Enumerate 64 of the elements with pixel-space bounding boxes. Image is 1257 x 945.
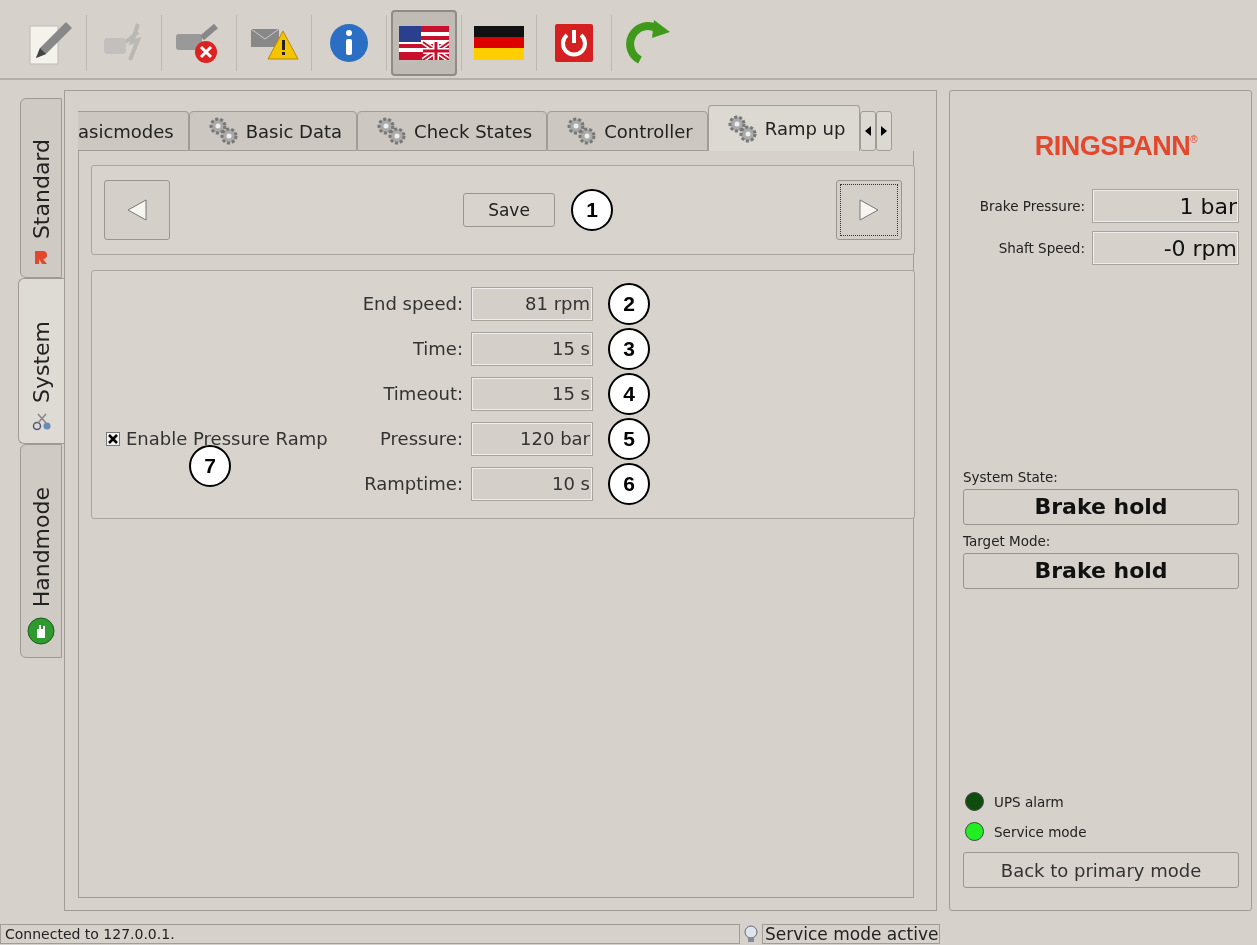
side-tab[interactable]: Handmode bbox=[20, 444, 62, 658]
side-tab[interactable]: System bbox=[18, 278, 64, 444]
status-message: Connected to 127.0.0.1. bbox=[0, 924, 740, 944]
tab[interactable]: Ramp up bbox=[707, 105, 861, 151]
value-field[interactable]: 81 rpm bbox=[471, 286, 593, 321]
field-label: Time: bbox=[411, 338, 464, 359]
field-label: End speed: bbox=[361, 293, 464, 314]
reading-label: Shaft Speed: bbox=[998, 240, 1085, 256]
value-field[interactable]: 120 bar bbox=[471, 421, 593, 456]
save-button[interactable]: Save bbox=[463, 193, 555, 227]
indicator-label: UPS alarm bbox=[994, 793, 1064, 810]
field-label: Ramptime: bbox=[363, 473, 464, 494]
reading-field: -0 rpm bbox=[1092, 231, 1239, 265]
checkbox[interactable] bbox=[106, 431, 120, 446]
flag-icon bbox=[399, 26, 449, 60]
callout-number: 6 bbox=[608, 462, 650, 505]
callout-number: 3 bbox=[608, 327, 650, 370]
value-field[interactable]: 15 s bbox=[471, 376, 593, 411]
tab[interactable]: Basic Data bbox=[188, 111, 358, 151]
indicator-label: Service mode bbox=[994, 823, 1087, 840]
tab-scroll-left-button[interactable] bbox=[860, 111, 877, 151]
state-display: Brake hold bbox=[963, 488, 1239, 525]
check-mark-icon bbox=[108, 433, 118, 444]
lightbulb-icon bbox=[742, 924, 760, 944]
reading-field: 1 bar bbox=[1092, 189, 1239, 223]
brand-logo: RINGSPANN$^{®}$ bbox=[1034, 131, 1198, 162]
previous-button[interactable] bbox=[104, 180, 170, 240]
logo-icon bbox=[33, 249, 49, 265]
left-triangle-icon bbox=[125, 198, 149, 222]
callout-number: 4 bbox=[608, 372, 650, 415]
tab[interactable]: Check States bbox=[357, 111, 548, 151]
service-status: Service mode active bbox=[762, 924, 940, 944]
callout-number: 1 bbox=[571, 189, 613, 231]
callout-number: 7 bbox=[189, 445, 231, 487]
right-triangle-icon bbox=[857, 198, 881, 222]
gear-icon bbox=[726, 113, 757, 144]
value-field[interactable]: 10 s bbox=[471, 466, 593, 501]
hand-icon bbox=[27, 617, 55, 645]
field-label: Pressure: bbox=[379, 428, 464, 449]
tab[interactable]: Controller bbox=[547, 111, 708, 151]
left-arrow-icon bbox=[865, 126, 872, 136]
next-button[interactable] bbox=[836, 180, 902, 240]
flag-icon bbox=[474, 26, 524, 60]
value-field[interactable]: 15 s bbox=[471, 331, 593, 366]
state-label: System State: bbox=[963, 468, 1059, 485]
right-arrow-icon bbox=[881, 126, 888, 136]
gear-icon bbox=[207, 116, 238, 146]
power-icon bbox=[554, 23, 594, 63]
scissors-icon bbox=[31, 413, 52, 431]
state-display: Brake hold bbox=[963, 552, 1239, 589]
refresh-icon bbox=[626, 20, 672, 66]
gear-icon bbox=[376, 116, 407, 146]
side-tab[interactable]: Standard bbox=[20, 98, 62, 278]
back-button[interactable]: Back to primary mode bbox=[963, 852, 1239, 888]
state-label: Target Mode: bbox=[963, 532, 1052, 549]
gear-icon bbox=[566, 116, 597, 146]
tab[interactable]: asicmodes bbox=[78, 111, 189, 151]
callout-number: 2 bbox=[608, 282, 650, 325]
field-label: Timeout: bbox=[382, 383, 464, 404]
toolbar-button[interactable] bbox=[391, 10, 457, 76]
callout-number: 5 bbox=[608, 417, 650, 460]
tab-scroll-right-button[interactable] bbox=[876, 111, 893, 151]
info-icon bbox=[328, 22, 370, 64]
reading-label: Brake Pressure: bbox=[979, 198, 1085, 214]
